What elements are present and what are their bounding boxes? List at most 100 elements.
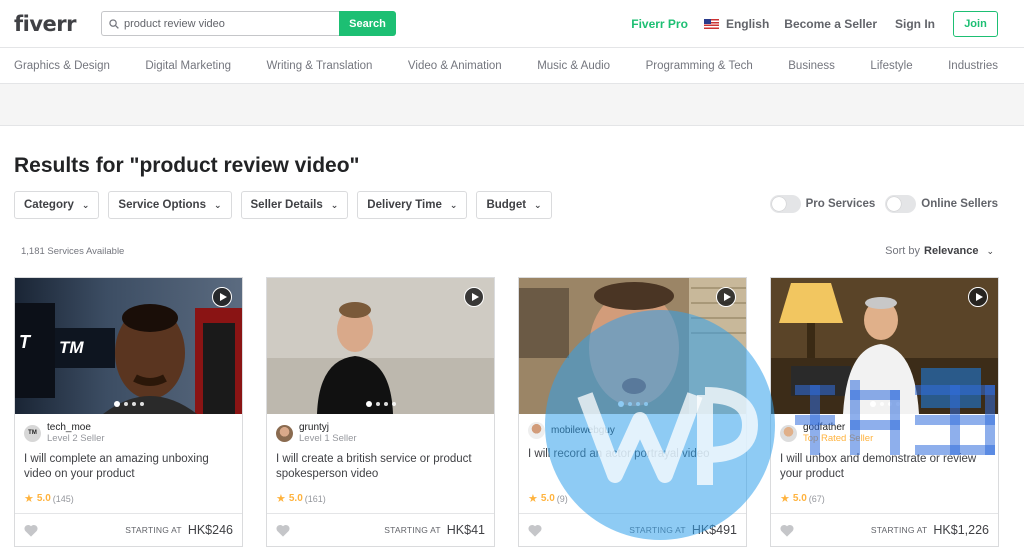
starting-at-label: STARTING AT	[629, 525, 686, 535]
thumbnail-image	[519, 278, 746, 414]
carousel-dots	[616, 401, 650, 407]
search-bar: Search	[101, 11, 396, 36]
card-footer: STARTING AT HK$491	[519, 513, 746, 546]
avatar[interactable]	[528, 422, 545, 439]
toggle-label: Pro Services	[805, 198, 876, 210]
gig-card[interactable]: mobilewebguy I will record an actor port…	[518, 277, 747, 547]
banner-strip	[0, 84, 1024, 126]
fiverr-logo[interactable]: fiverr	[14, 12, 101, 36]
seller-info: godfather Top Rated Seller	[771, 414, 998, 444]
gig-price: HK$41	[446, 523, 485, 537]
top-header: fiverr Search Fiverr Pro English Become …	[0, 0, 1024, 48]
pro-services-toggle[interactable]: Pro Services	[769, 195, 876, 213]
starting-at-label: STARTING AT	[870, 525, 928, 535]
page-title: Results for "product review video"	[14, 154, 360, 177]
category-lifestyle[interactable]: Lifestyle	[870, 60, 912, 72]
filter-budget[interactable]: Budget ⌄	[476, 191, 552, 219]
filter-delivery-time[interactable]: Delivery Time ⌄	[357, 191, 468, 219]
card-footer: STARTING AT HK$41	[267, 513, 494, 546]
gig-thumbnail[interactable]	[519, 278, 746, 414]
gig-card[interactable]: gruntyj Level 1 Seller I will create a b…	[266, 277, 495, 547]
rating-value: 5.0	[36, 493, 51, 504]
category-business[interactable]: Business	[788, 60, 835, 72]
play-icon[interactable]	[464, 287, 484, 307]
review-count: (67)	[808, 493, 825, 504]
filter-label: Delivery Time	[367, 199, 442, 211]
sort-dropdown[interactable]: Sort by Relevance ⌄	[885, 245, 994, 257]
starting-at-label: STARTING AT	[125, 525, 182, 535]
category-digital-marketing[interactable]: Digital Marketing	[145, 60, 231, 72]
filter-bar: Category ⌄ Service Options ⌄ Seller Detail…	[14, 191, 561, 219]
heart-icon[interactable]	[24, 524, 38, 537]
sort-label: Sort by	[885, 245, 921, 257]
category-video-animation[interactable]: Video & Animation	[408, 60, 502, 72]
toggle-switch[interactable]	[885, 195, 917, 213]
gig-card[interactable]: godfather Top Rated Seller I will unbox …	[770, 277, 999, 547]
seller-name[interactable]: tech_moe	[47, 422, 105, 433]
chevron-down-icon: ⌄	[449, 199, 458, 210]
seller-level: Level 1 Seller	[299, 433, 357, 444]
fiverr-pro-link[interactable]: Fiverr Pro	[631, 17, 688, 31]
heart-icon[interactable]	[528, 524, 542, 537]
category-music-audio[interactable]: Music & Audio	[537, 60, 610, 72]
category-programming-tech[interactable]: Programming & Tech	[646, 60, 753, 72]
chevron-down-icon: ⌄	[213, 199, 222, 210]
filter-service-options[interactable]: Service Options ⌄	[108, 191, 232, 219]
review-count: (145)	[52, 493, 74, 504]
sign-in-link[interactable]: Sign In	[895, 17, 935, 31]
avatar[interactable]	[780, 424, 797, 442]
seller-level: Top Rated Seller	[803, 433, 874, 444]
play-icon[interactable]	[968, 287, 988, 307]
toggle-switch[interactable]	[769, 195, 801, 213]
gig-title[interactable]: I will unbox and demonstrate or review y…	[771, 444, 998, 484]
become-seller-link[interactable]: Become a Seller	[784, 17, 877, 31]
carousel-dots	[868, 401, 902, 407]
category-industries[interactable]: Industries	[948, 60, 998, 72]
filter-category[interactable]: Category ⌄	[14, 191, 100, 219]
filter-label: Category	[24, 199, 74, 211]
gig-title[interactable]: I will create a british service or produ…	[267, 444, 494, 484]
seller-info: gruntyj Level 1 Seller	[267, 414, 494, 444]
category-writing-translation[interactable]: Writing & Translation	[267, 60, 373, 72]
search-field[interactable]	[101, 11, 339, 36]
join-button[interactable]: Join	[953, 10, 998, 37]
avatar[interactable]: TM	[24, 424, 41, 442]
us-flag-icon	[703, 18, 719, 29]
star-icon: ★	[780, 493, 790, 505]
gig-thumbnail[interactable]	[771, 278, 998, 414]
chevron-down-icon: ⌄	[986, 245, 994, 256]
gig-title[interactable]: I will record an actor portrayal video	[519, 439, 746, 479]
avatar[interactable]	[276, 424, 293, 442]
seller-name[interactable]: mobilewebguy	[551, 425, 615, 436]
review-count: (161)	[304, 493, 326, 504]
seller-level: Level 2 Seller	[47, 433, 105, 444]
results-count: 1,181 Services Available	[21, 246, 125, 257]
online-sellers-toggle[interactable]: Online Sellers	[885, 195, 998, 213]
gig-card[interactable]: T TM TM tech_moe Level 2 Seller I will c…	[14, 277, 243, 547]
header-nav: Fiverr Pro English Become a Seller Sign …	[631, 10, 1010, 37]
heart-icon[interactable]	[780, 524, 794, 537]
carousel-dots	[112, 401, 146, 407]
gig-rating: ★ 5.0 (145)	[24, 492, 74, 505]
gig-thumbnail[interactable]	[267, 278, 494, 414]
seller-info: TM tech_moe Level 2 Seller	[15, 414, 242, 444]
heart-icon[interactable]	[276, 524, 290, 537]
search-input[interactable]	[124, 17, 324, 30]
gig-rating: ★ 5.0 (161)	[276, 492, 326, 505]
language-selector[interactable]: English	[703, 17, 769, 31]
play-icon[interactable]	[716, 287, 736, 307]
filter-seller-details[interactable]: Seller Details ⌄	[240, 191, 349, 219]
category-graphics-design[interactable]: Graphics & Design	[14, 60, 110, 72]
seller-name[interactable]: godfather	[803, 422, 873, 433]
rating-value: 5.0	[792, 493, 807, 504]
gig-grid: T TM TM tech_moe Level 2 Seller I will c…	[14, 277, 999, 547]
gig-rating: ★ 5.0 (67)	[780, 492, 825, 505]
gig-thumbnail[interactable]: T TM	[15, 278, 242, 414]
carousel-dots	[364, 401, 398, 407]
search-button[interactable]: Search	[339, 11, 396, 36]
rating-value: 5.0	[540, 493, 555, 504]
play-icon[interactable]	[212, 287, 232, 307]
rating-value: 5.0	[288, 493, 303, 504]
gig-title[interactable]: I will complete an amazing unboxing vide…	[15, 444, 242, 484]
seller-name[interactable]: gruntyj	[299, 422, 357, 433]
